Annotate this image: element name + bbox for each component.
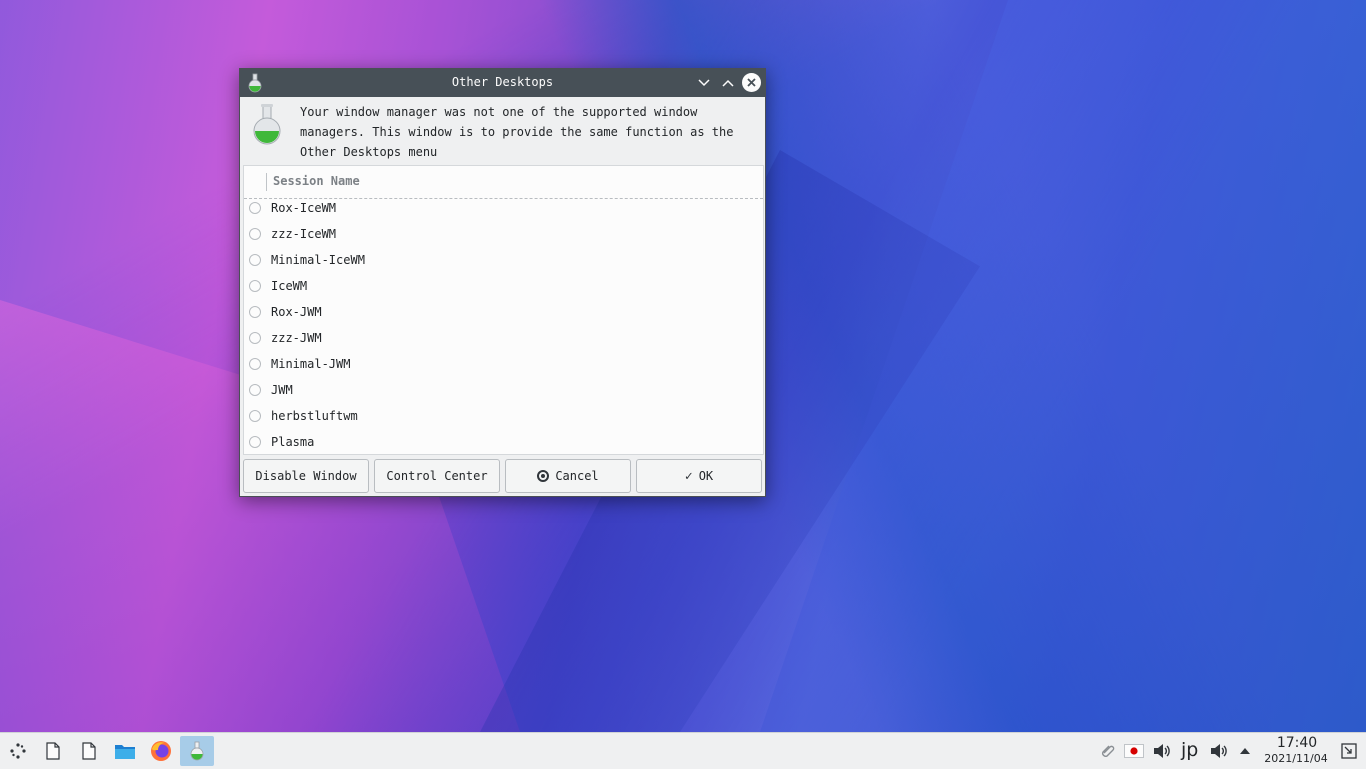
close-button[interactable] xyxy=(742,73,761,92)
session-label: JWM xyxy=(271,383,293,397)
session-label: Plasma xyxy=(271,435,315,449)
keyboard-layout-indicator[interactable]: jp xyxy=(1181,739,1198,761)
session-label: Rox-IceWM xyxy=(271,201,337,215)
column-divider xyxy=(266,173,267,191)
speaker-icon xyxy=(1154,744,1170,758)
application-launcher-button[interactable] xyxy=(6,739,30,763)
window-title: Other Desktops xyxy=(451,75,554,89)
radio-button[interactable] xyxy=(249,332,261,344)
document-icon xyxy=(46,742,60,760)
document-launcher[interactable] xyxy=(77,739,101,763)
radio-button[interactable] xyxy=(249,306,261,318)
cancel-button[interactable]: Cancel xyxy=(505,459,631,493)
other-desktops-window: Other Desktops Your window manager was n… xyxy=(239,68,766,497)
column-header-session-name[interactable]: Session Name xyxy=(273,174,360,188)
input-method-tray[interactable] xyxy=(1122,739,1146,763)
ok-button[interactable]: ✓ OK xyxy=(636,459,762,493)
session-label: zzz-JWM xyxy=(271,331,322,345)
radio-button[interactable] xyxy=(249,202,261,214)
session-label: Minimal-IceWM xyxy=(271,253,365,267)
disable-window-label: Disable Window xyxy=(255,469,357,483)
task-other-desktops[interactable] xyxy=(180,736,214,766)
system-tray-expand[interactable] xyxy=(1233,739,1257,763)
list-item[interactable]: Minimal-IceWM xyxy=(244,248,763,274)
flask-icon xyxy=(190,741,204,761)
taskbar: jp 17:40 2021/11/04 xyxy=(0,732,1366,769)
radio-button[interactable] xyxy=(249,228,261,240)
disable-window-button[interactable]: Disable Window xyxy=(243,459,369,493)
control-center-label: Control Center xyxy=(386,469,488,483)
message-area: Your window manager was not one of the s… xyxy=(240,97,765,165)
list-item[interactable]: herbstluftwm xyxy=(244,404,763,430)
radio-button[interactable] xyxy=(249,254,261,266)
radio-button[interactable] xyxy=(249,436,261,448)
paperclip-icon xyxy=(1102,745,1115,757)
volume-tray[interactable] xyxy=(1150,739,1174,763)
chevron-up-icon xyxy=(722,79,734,87)
list-item[interactable]: Rox-JWM xyxy=(244,300,763,326)
session-label: Minimal-JWM xyxy=(271,357,351,371)
minimize-button[interactable] xyxy=(694,73,714,93)
close-icon xyxy=(747,78,756,87)
list-header: Session Name xyxy=(244,166,763,199)
list-item[interactable]: Minimal-JWM xyxy=(244,352,763,378)
firefox-icon xyxy=(151,741,171,761)
ok-label: OK xyxy=(698,469,714,483)
document-launcher[interactable] xyxy=(41,739,65,763)
firefox-launcher[interactable] xyxy=(149,739,173,763)
maximize-button[interactable] xyxy=(718,73,738,93)
chevron-down-icon xyxy=(698,79,710,87)
list-item[interactable]: IceWM xyxy=(244,274,763,300)
cancel-label: Cancel xyxy=(555,469,599,483)
clock-time[interactable]: 17:40 xyxy=(1266,735,1328,751)
radio-button[interactable] xyxy=(249,280,261,292)
list-item[interactable]: zzz-IceWM xyxy=(244,222,763,248)
session-label: Rox-JWM xyxy=(271,305,322,319)
list-item[interactable]: Rox-IceWM xyxy=(244,196,763,222)
file-manager-launcher[interactable] xyxy=(113,739,137,763)
checkmark-icon: ✓ xyxy=(684,468,693,484)
list-item[interactable]: zzz-JWM xyxy=(244,326,763,352)
volume-tray[interactable] xyxy=(1207,739,1231,763)
document-icon xyxy=(82,742,96,760)
speaker-icon xyxy=(1211,744,1227,758)
show-desktop-icon xyxy=(1341,743,1357,759)
title-bar[interactable]: Other Desktops xyxy=(240,69,765,97)
flask-icon xyxy=(253,104,281,145)
radio-button[interactable] xyxy=(249,410,261,422)
folder-icon xyxy=(115,745,135,759)
radio-button[interactable] xyxy=(249,384,261,396)
show-desktop-button[interactable] xyxy=(1337,739,1361,763)
info-message: Your window manager was not one of the s… xyxy=(300,105,734,159)
clock-date[interactable]: 2021/11/04 xyxy=(1260,752,1332,765)
triangle-up-icon xyxy=(1240,748,1250,754)
session-label: herbstluftwm xyxy=(271,409,358,423)
session-list[interactable]: Session Name Rox-IceWM zzz-IceWM Minimal… xyxy=(243,165,764,455)
cancel-icon xyxy=(537,470,550,482)
session-label: zzz-IceWM xyxy=(271,227,337,241)
radio-button[interactable] xyxy=(249,358,261,370)
launcher-icon xyxy=(10,743,26,759)
japan-flag-icon xyxy=(1124,744,1144,758)
list-item[interactable]: JWM xyxy=(244,378,763,404)
clipboard-tray[interactable] xyxy=(1096,739,1120,763)
wallpaper-facet xyxy=(760,0,1366,732)
control-center-button[interactable]: Control Center xyxy=(374,459,500,493)
list-item[interactable]: Plasma xyxy=(244,430,763,456)
session-label: IceWM xyxy=(271,279,308,293)
